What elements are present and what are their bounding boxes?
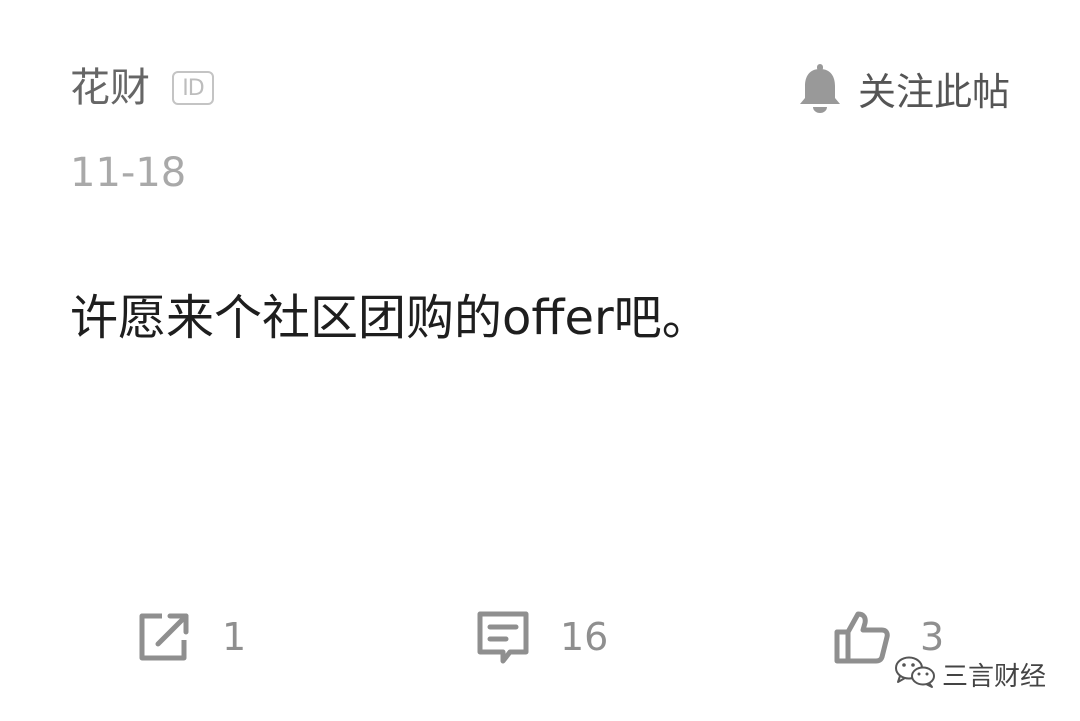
share-button[interactable]: 1 (136, 605, 246, 669)
follow-label: 关注此帖 (857, 69, 1010, 114)
post-author-row: 花财 ID (70, 62, 214, 114)
bell-icon (798, 63, 842, 113)
post-date: 11-18 (70, 150, 187, 196)
share-count: 1 (222, 615, 247, 659)
post-content: 许愿来个社区团购的offer吧。 (70, 290, 710, 346)
wechat-icon (894, 655, 936, 693)
watermark-text: 三言财经 (942, 661, 1047, 692)
thumbs-up-icon (832, 608, 892, 666)
comment-icon (474, 608, 532, 666)
comment-count: 16 (560, 615, 609, 659)
comment-button[interactable]: 16 (474, 605, 608, 669)
watermark: 三言财经 (888, 654, 1053, 694)
share-icon (136, 610, 194, 664)
like-count: 3 (920, 615, 945, 659)
author-name[interactable]: 花财 (70, 62, 150, 114)
follow-post-button[interactable]: 关注此帖 (798, 62, 1010, 114)
id-badge: ID (172, 71, 214, 105)
